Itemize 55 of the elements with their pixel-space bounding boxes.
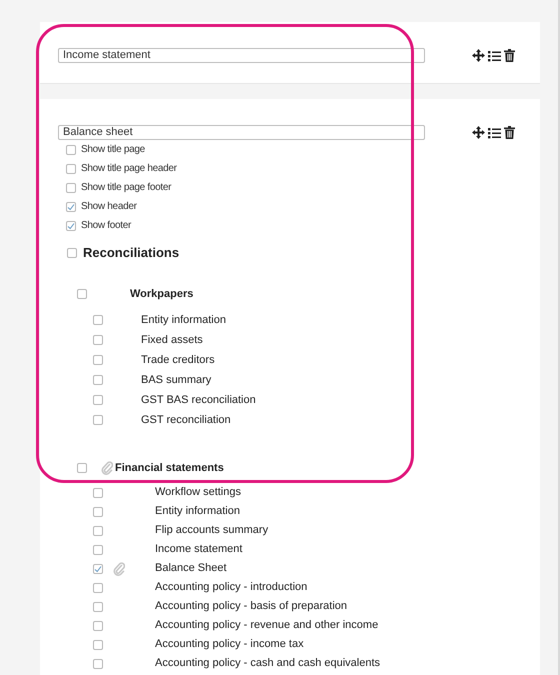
item-label: Entity information	[155, 504, 240, 520]
item-label: Entity information	[141, 312, 226, 328]
checkbox[interactable]	[93, 415, 103, 425]
subgroup-heading: Financial statements	[115, 460, 224, 476]
checkbox[interactable]	[93, 640, 103, 650]
item-label: Accounting policy - revenue and other income	[155, 618, 378, 634]
list-icon[interactable]	[488, 126, 501, 138]
checkbox[interactable]	[93, 506, 103, 516]
checkbox[interactable]	[93, 526, 103, 536]
item-label: GST reconciliation	[141, 412, 231, 428]
paperclip-icon[interactable]	[113, 562, 125, 576]
move-icon[interactable]	[472, 126, 485, 139]
option-label: Show title page footer	[81, 181, 172, 195]
item-label: Fixed assets	[141, 332, 203, 348]
checkbox[interactable]	[66, 164, 76, 174]
trash-icon[interactable]	[504, 126, 515, 139]
title-field[interactable]: Balance sheet	[58, 125, 425, 140]
item-label: BAS summary	[141, 372, 212, 388]
checkbox[interactable]	[93, 602, 103, 612]
item-label: Trade creditors	[141, 352, 215, 368]
checkbox[interactable]	[93, 335, 103, 345]
item-label: Income statement	[155, 542, 242, 558]
checkbox[interactable]	[93, 488, 103, 498]
list-icon[interactable]	[488, 50, 501, 62]
item-label: Accounting policy - cash and cash equivalents	[155, 656, 380, 672]
subgroup-heading: Workpapers	[130, 286, 194, 302]
item-label: Balance Sheet	[155, 561, 227, 576]
item-label: Accounting policy - basis of preparation	[155, 599, 347, 614]
checkbox[interactable]	[77, 463, 87, 473]
checkbox[interactable]	[66, 144, 76, 154]
paperclip-icon[interactable]	[101, 461, 113, 475]
item-label: Accounting policy - income tax	[155, 637, 304, 652]
checkbox[interactable]	[93, 544, 103, 554]
item-label: Accounting policy - introduction	[155, 580, 308, 596]
move-icon[interactable]	[472, 49, 485, 62]
trash-icon[interactable]	[504, 49, 515, 62]
checkbox[interactable]	[77, 289, 87, 299]
item-label: GST BAS reconciliation	[141, 392, 256, 408]
option-label: Show header	[81, 200, 137, 214]
checkbox[interactable]	[93, 315, 103, 325]
checkbox[interactable]	[93, 620, 103, 630]
checkbox[interactable]	[93, 395, 103, 405]
option-label: Show title page header	[81, 162, 177, 176]
checkbox[interactable]	[66, 182, 76, 192]
item-label: Flip accounts summary	[155, 523, 268, 538]
item-label: Workflow settings	[155, 485, 241, 500]
option-label: Show footer	[81, 219, 132, 233]
checkbox[interactable]	[93, 355, 103, 365]
checkbox[interactable]	[93, 582, 103, 592]
group-heading: Reconciliations	[83, 244, 180, 262]
checkbox[interactable]	[93, 375, 103, 385]
option-label: Show title page	[81, 143, 145, 157]
title-field[interactable]: Income statement	[58, 48, 425, 63]
checkbox[interactable]	[93, 658, 103, 668]
checkbox[interactable]	[67, 248, 77, 258]
